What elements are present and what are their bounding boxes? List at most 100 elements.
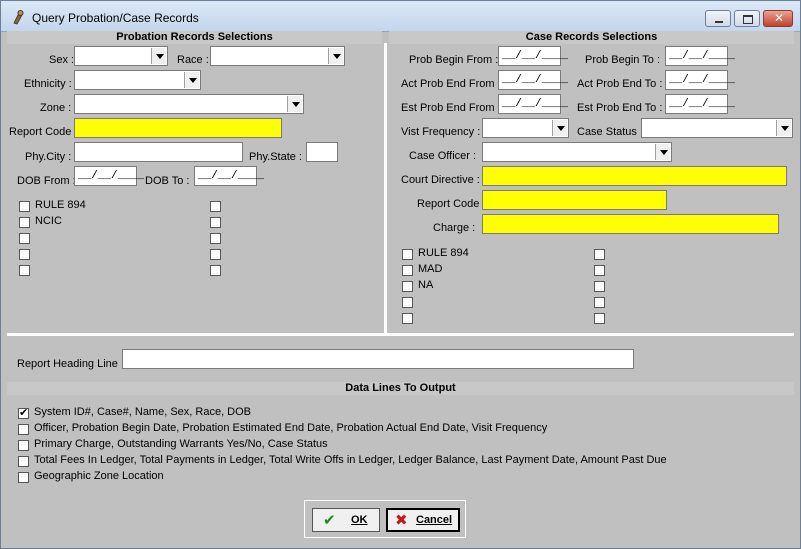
est-end-from-input[interactable]: __/__/____ — [498, 94, 568, 114]
dob-from-input[interactable]: __/__/____ — [74, 166, 144, 186]
data-line-checkbox[interactable] — [18, 424, 29, 435]
data-line-checkbox[interactable] — [18, 406, 29, 419]
probation-checkbox[interactable] — [210, 217, 221, 228]
visit-frequency-select[interactable] — [482, 118, 569, 138]
case-checkbox-rule-894[interactable] — [402, 249, 413, 260]
probation-checkbox[interactable] — [19, 265, 30, 276]
case-checkbox[interactable] — [594, 297, 605, 308]
case-status-select[interactable] — [641, 118, 793, 138]
probation-checkbox-label: RULE 894 — [35, 199, 86, 211]
charge-label: Charge : — [433, 222, 476, 234]
prob-begin-to-label: Prob Begin To : — [585, 54, 661, 66]
minimize-button[interactable] — [705, 10, 731, 27]
window-title: Query Probation/Case Records — [32, 11, 199, 25]
race-label: Race : — [177, 54, 209, 66]
close-button[interactable]: ✕ — [763, 10, 793, 27]
case-report-code-label: Report Code — [417, 198, 480, 210]
chevron-down-icon[interactable] — [328, 48, 343, 64]
chevron-down-icon[interactable] — [776, 120, 791, 136]
report-code-label: Report Code — [9, 126, 72, 138]
close-icon: ✕ — [774, 11, 785, 25]
zone-label: Zone : — [40, 102, 72, 114]
dob-to-input[interactable]: __/__/____ — [194, 166, 264, 186]
case-checkbox[interactable] — [594, 249, 605, 260]
phy-state-input[interactable] — [306, 142, 338, 162]
phy-city-label: Phy.City : — [25, 151, 72, 163]
case-checkbox[interactable] — [594, 313, 605, 324]
case-checkbox-mad[interactable] — [402, 265, 413, 276]
data-line-label: Total Fees In Ledger, Total Payments in … — [34, 454, 667, 466]
report-code-input[interactable] — [74, 118, 282, 138]
dob-to-label: DOB To : — [145, 175, 190, 187]
case-checkbox[interactable] — [402, 313, 413, 324]
cancel-button-label: Cancel — [416, 514, 453, 526]
est-end-to-input[interactable]: __/__/____ — [665, 94, 735, 114]
case-checkbox[interactable] — [594, 265, 605, 276]
case-officer-select[interactable] — [482, 142, 672, 162]
probation-checkbox-ncic[interactable] — [19, 217, 30, 228]
data-line-checkbox[interactable] — [18, 456, 29, 467]
ethnicity-select[interactable] — [74, 70, 201, 90]
case-checkbox[interactable] — [594, 281, 605, 292]
case-checkbox[interactable] — [402, 297, 413, 308]
ok-button[interactable]: ✔ OK — [312, 508, 380, 532]
est-end-from-label: Est Prob End From : — [401, 102, 501, 114]
chevron-down-icon[interactable] — [151, 48, 166, 64]
x-icon: ✖ — [395, 511, 408, 529]
probation-checkbox[interactable] — [210, 201, 221, 212]
maximize-icon — [743, 15, 753, 24]
chevron-down-icon[interactable] — [184, 72, 199, 88]
court-directive-label: Court Directive : — [401, 174, 480, 186]
est-end-to-label: Est Prob End To : — [577, 102, 663, 114]
case-checkbox-na[interactable] — [402, 281, 413, 292]
data-line-label: Officer, Probation Begin Date, Probation… — [34, 422, 548, 434]
probation-checkbox[interactable] — [210, 249, 221, 260]
data-line-label: Geographic Zone Location — [34, 470, 164, 482]
zone-select[interactable] — [74, 94, 304, 114]
data-line-label: System ID#, Case#, Name, Sex, Race, DOB — [34, 406, 252, 418]
court-directive-input[interactable] — [482, 166, 787, 186]
chevron-down-icon[interactable] — [287, 96, 302, 112]
chevron-down-icon[interactable] — [552, 120, 567, 136]
prob-begin-from-label: Prob Begin From : — [409, 54, 499, 66]
checkmark-icon: ✔ — [323, 511, 336, 529]
minimize-icon — [715, 21, 723, 23]
charge-input[interactable] — [482, 214, 779, 234]
cancel-button[interactable]: ✖ Cancel — [386, 508, 460, 532]
case-checkbox-label: MAD — [418, 263, 443, 275]
data-lines-header: Data Lines To Output — [7, 382, 794, 395]
data-line-label: Primary Charge, Outstanding Warrants Yes… — [34, 438, 328, 450]
phy-city-input[interactable] — [74, 142, 243, 162]
chevron-down-icon[interactable] — [655, 144, 670, 160]
section-divider — [384, 43, 387, 333]
case-section-header: Case Records Selections — [389, 31, 794, 44]
probation-checkbox[interactable] — [19, 249, 30, 260]
data-line-checkbox[interactable] — [18, 440, 29, 451]
probation-checkbox-label: NCIC — [35, 215, 62, 227]
act-end-from-label: Act Prob End From : — [401, 78, 501, 90]
data-line-checkbox[interactable] — [18, 472, 29, 483]
race-select[interactable] — [210, 46, 345, 66]
probation-section-header: Probation Records Selections — [7, 31, 382, 44]
report-heading-input[interactable] — [122, 349, 634, 369]
sex-select[interactable] — [74, 46, 168, 66]
maximize-button[interactable] — [734, 10, 760, 27]
act-end-from-input[interactable]: __/__/____ — [498, 70, 568, 90]
case-report-code-input[interactable] — [482, 190, 667, 210]
probation-checkbox-rule-894[interactable] — [19, 201, 30, 212]
case-checkbox-label: NA — [418, 279, 434, 291]
report-heading-label: Report Heading Line : — [17, 358, 125, 370]
probation-checkbox[interactable] — [210, 233, 221, 244]
prob-begin-to-input[interactable]: __/__/____ — [665, 46, 735, 66]
probation-checkbox[interactable] — [210, 265, 221, 276]
app-icon — [13, 10, 24, 25]
act-end-to-input[interactable]: __/__/____ — [665, 70, 735, 90]
ethnicity-label: Ethnicity : — [24, 78, 72, 90]
query-window: Query Probation/Case Records ✕ Probation… — [0, 0, 801, 549]
prob-begin-from-input[interactable]: __/__/____ — [498, 46, 568, 66]
sex-label: Sex : — [49, 54, 75, 66]
ok-button-label: OK — [351, 514, 368, 526]
title-bar: Query Probation/Case Records ✕ — [1, 1, 800, 32]
probation-checkbox[interactable] — [19, 233, 30, 244]
case-officer-label: Case Officer : — [409, 150, 477, 162]
